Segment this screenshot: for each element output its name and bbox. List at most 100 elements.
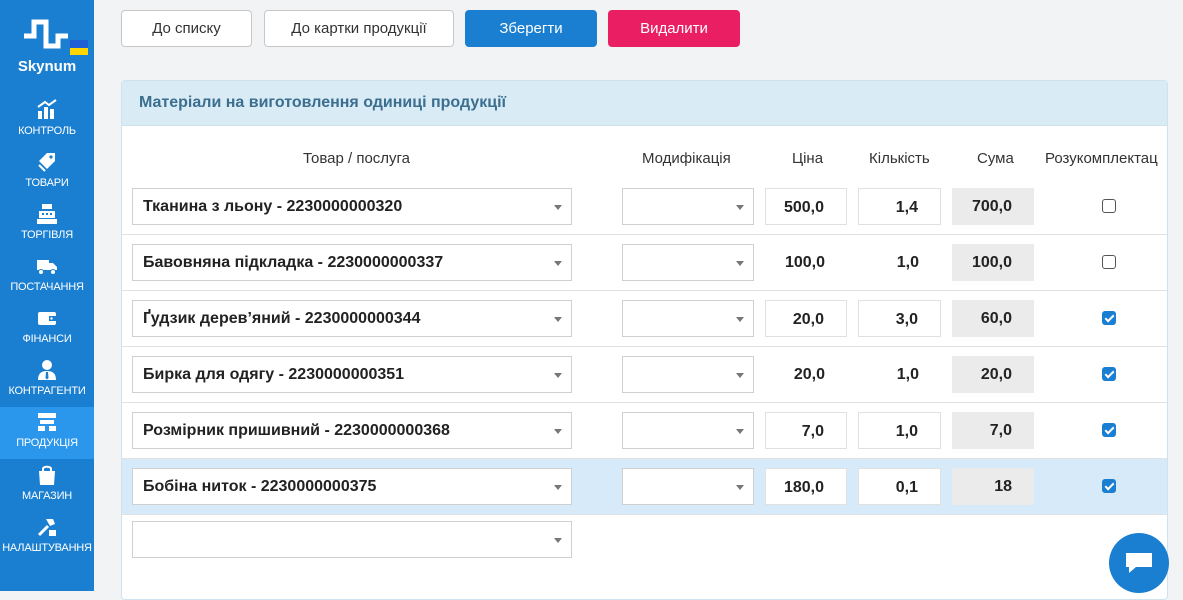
- disassembly-checkbox[interactable]: [1102, 255, 1116, 269]
- table-row: Бирка для одягу - 2230000000351 20,0 1,0 20…: [122, 347, 1167, 403]
- chat-button[interactable]: [1109, 533, 1169, 593]
- nav-label: ТОВАРИ: [25, 177, 69, 189]
- product-name: Ґудзик дерев’яний - 2230000000344: [143, 310, 421, 327]
- nav-control[interactable]: КОНТРОЛЬ: [0, 95, 94, 147]
- new-product-select[interactable]: [132, 521, 572, 558]
- modification-select[interactable]: [622, 468, 754, 505]
- disassembly-checkbox[interactable]: [1102, 311, 1116, 325]
- price-input[interactable]: 20,0: [765, 300, 847, 337]
- nav-label: ПОСТАЧАННЯ: [10, 281, 84, 293]
- nav-label: НАЛАШТУВАННЯ: [2, 542, 92, 554]
- modification-select[interactable]: [622, 244, 754, 281]
- disassembly-checkbox[interactable]: [1102, 423, 1116, 437]
- quantity-input[interactable]: 3,0: [858, 300, 941, 337]
- to-product-card-button[interactable]: До картки продукції: [264, 10, 454, 47]
- chevron-down-icon: [554, 373, 562, 378]
- chart-icon: [37, 99, 57, 119]
- price-input[interactable]: 180,0: [765, 468, 847, 505]
- brand-name: Skynum: [17, 58, 77, 75]
- nav-contractors[interactable]: КОНТРАГЕНТИ: [0, 355, 94, 407]
- product-select[interactable]: Розмірник пришивний - 2230000000368: [132, 412, 572, 449]
- table-row: Розмірник пришивний - 2230000000368 7,0 1,…: [122, 403, 1167, 459]
- nav-trade[interactable]: ТОРГІВЛЯ: [0, 199, 94, 251]
- product-name: Бирка для одягу - 2230000000351: [143, 366, 405, 383]
- chevron-down-icon: [554, 485, 562, 490]
- table-row: Ґудзик дерев’яний - 2230000000344 20,0 3,0…: [122, 291, 1167, 347]
- wallet-icon: [38, 312, 56, 325]
- to-list-button[interactable]: До списку: [121, 10, 252, 47]
- nav-label: КОНТРАГЕНТИ: [8, 385, 86, 397]
- panel-header: Матеріали на виготовлення одиниці продук…: [122, 81, 1167, 126]
- chevron-down-icon: [554, 261, 562, 266]
- modification-select[interactable]: [622, 412, 754, 449]
- shopping-bag-icon: [39, 465, 55, 485]
- product-name: Бавовняна підкладка - 2230000000337: [143, 254, 444, 271]
- table-row: Тканина з льону - 2230000000320 500,0 1,4 7…: [122, 179, 1167, 235]
- quantity-input[interactable]: 1,4: [858, 188, 941, 225]
- quantity-input[interactable]: 0,1: [858, 468, 941, 505]
- product-select[interactable]: Тканина з льону - 2230000000320: [132, 188, 572, 225]
- disassembly-checkbox[interactable]: [1102, 367, 1116, 381]
- product-select[interactable]: Бавовняна підкладка - 2230000000337: [132, 244, 572, 281]
- modification-select[interactable]: [622, 188, 754, 225]
- table-row: Бавовняна підкладка - 2230000000337 100,0…: [122, 235, 1167, 291]
- sum-value: 100,0: [952, 244, 1034, 281]
- chevron-down-icon: [736, 205, 744, 210]
- price-input[interactable]: 500,0: [765, 188, 847, 225]
- sum-value: 60,0: [952, 300, 1034, 337]
- product-select[interactable]: Ґудзик дерев’яний - 2230000000344: [132, 300, 572, 337]
- product-select[interactable]: Бирка для одягу - 2230000000351: [132, 356, 572, 393]
- sum-value: 700,0: [952, 188, 1034, 225]
- nav-production[interactable]: ПРОДУКЦІЯ: [0, 407, 94, 459]
- column-header-quantity: Кількість: [869, 150, 930, 167]
- disassembly-checkbox[interactable]: [1102, 479, 1116, 493]
- sum-value: 18: [952, 468, 1034, 505]
- panel-title: Матеріали на виготовлення одиниці продук…: [139, 94, 507, 111]
- column-header-modification: Модифікація: [642, 150, 731, 167]
- user-tie-icon: [38, 360, 56, 380]
- modification-select[interactable]: [622, 300, 754, 337]
- quantity-input[interactable]: 1,0: [858, 412, 941, 449]
- price-input[interactable]: 100,0: [765, 244, 847, 281]
- delete-button[interactable]: Видалити: [608, 10, 740, 47]
- chevron-down-icon: [554, 317, 562, 322]
- nav-supply[interactable]: ПОСТАЧАННЯ: [0, 251, 94, 303]
- chevron-down-icon: [554, 205, 562, 210]
- nav-finance[interactable]: ФІНАНСИ: [0, 303, 94, 355]
- disassembly-checkbox[interactable]: [1102, 199, 1116, 213]
- chevron-down-icon: [736, 317, 744, 322]
- chat-bubble-icon: [1126, 553, 1152, 573]
- chevron-down-icon: [736, 485, 744, 490]
- nav-label: ТОРГІВЛЯ: [21, 229, 73, 241]
- save-button[interactable]: Зберегти: [465, 10, 597, 47]
- column-header-price: Ціна: [792, 150, 824, 167]
- nav-label: ФІНАНСИ: [22, 333, 72, 345]
- nav-goods[interactable]: ТОВАРИ: [0, 147, 94, 199]
- quantity-input[interactable]: 1,0: [858, 356, 941, 393]
- truck-icon: [37, 260, 57, 275]
- chevron-down-icon: [736, 373, 744, 378]
- tools-icon: [37, 519, 56, 537]
- production-icon: [38, 413, 56, 431]
- product-name: Розмірник пришивний - 2230000000368: [143, 422, 450, 439]
- modification-select[interactable]: [622, 356, 754, 393]
- price-input[interactable]: 7,0: [765, 412, 847, 449]
- quantity-input[interactable]: 1,0: [858, 244, 941, 281]
- materials-panel: Матеріали на виготовлення одиниці продук…: [121, 80, 1168, 600]
- sidebar: Skynum КОНТРОЛЬ ТОВАРИ ТОРГІВЛЯ ПОСТАЧАН…: [0, 0, 94, 591]
- nav-shop[interactable]: МАГАЗИН: [0, 460, 94, 512]
- chevron-down-icon: [554, 429, 562, 434]
- logo[interactable]: Skynum: [0, 0, 94, 95]
- nav-label: КОНТРОЛЬ: [18, 125, 76, 137]
- price-input[interactable]: 20,0: [765, 356, 847, 393]
- skynum-logo-icon: [24, 19, 88, 55]
- column-header-disassembly: Розукомплектац: [1045, 150, 1158, 167]
- nav-label: МАГАЗИН: [21, 490, 73, 502]
- product-name: Тканина з льону - 2230000000320: [143, 198, 403, 215]
- product-name: Бобіна ниток - 2230000000375: [143, 478, 377, 495]
- chevron-down-icon: [736, 261, 744, 266]
- product-select[interactable]: Бобіна ниток - 2230000000375: [132, 468, 572, 505]
- column-header-product: Товар / послуга: [303, 150, 411, 167]
- nav-settings[interactable]: НАЛАШТУВАННЯ: [0, 512, 94, 564]
- chevron-down-icon: [736, 429, 744, 434]
